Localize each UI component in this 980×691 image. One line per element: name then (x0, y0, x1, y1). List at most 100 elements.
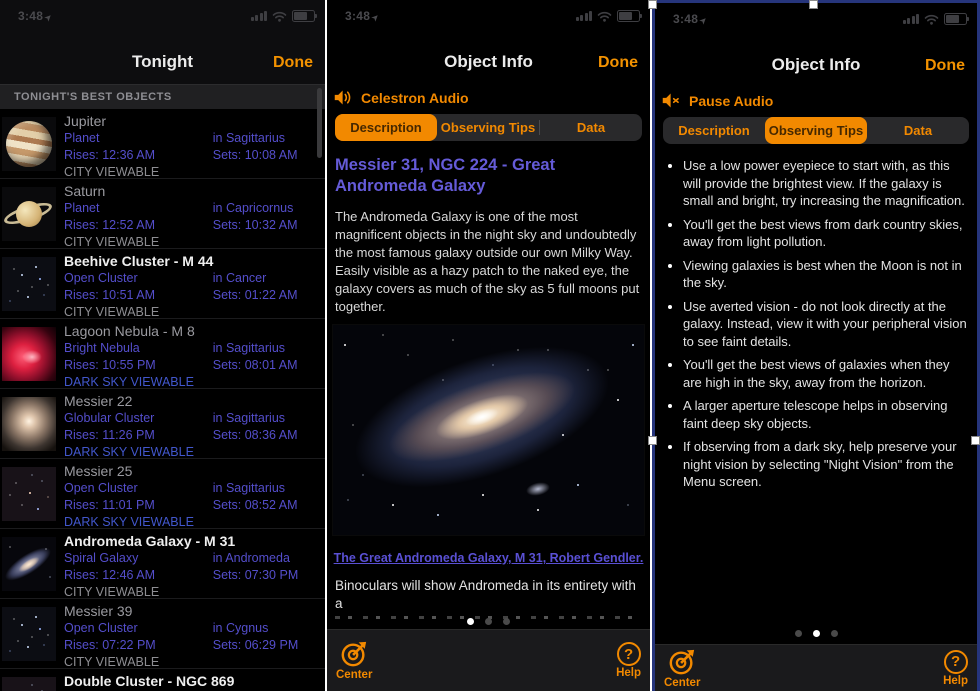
jupiter-thumbnail (2, 117, 56, 171)
tip-item: A larger aperture telescope helps in obs… (683, 397, 969, 432)
object-rise-time: Rises: 12:46 AM (64, 567, 213, 584)
page-dot (503, 618, 510, 625)
object-rise-time: Rises: 11:01 PM (64, 497, 213, 514)
selection-handle-top-center[interactable] (809, 0, 818, 9)
andromeda-thumbnail (2, 537, 56, 591)
location-arrow-icon: ➤ (370, 12, 381, 23)
tab-observing-tips[interactable]: Observing Tips (765, 117, 867, 144)
done-button[interactable]: Done (598, 54, 638, 72)
wifi-icon (924, 14, 939, 25)
object-title: Messier 31, NGC 224 - Great Andromeda Ga… (327, 141, 650, 197)
tab-data[interactable]: Data (867, 117, 969, 144)
list-item-saturn[interactable]: Saturn Planet in Capricornus Rises: 12:5… (0, 179, 325, 249)
center-button[interactable]: Center (664, 648, 700, 689)
andromeda-galaxy-photo (332, 324, 645, 536)
object-set-time: Sets: 10:32 AM (213, 217, 325, 234)
best-objects-list: Jupiter Planet in Sagittarius Rises: 12:… (0, 109, 325, 691)
object-type: Spiral Galaxy (64, 550, 213, 567)
help-icon: ? (617, 642, 641, 666)
object-set-time: Sets: 07:30 PM (213, 567, 325, 584)
nav-bar: Object Info Done (327, 30, 650, 84)
object-rise-time: Rises: 12:36 AM (64, 147, 213, 164)
tab-observing-tips[interactable]: Observing Tips (437, 114, 539, 141)
tab-description[interactable]: Description (663, 117, 765, 144)
done-button[interactable]: Done (925, 57, 965, 75)
object-description: The Andromeda Galaxy is one of the most … (327, 197, 650, 316)
cellular-signal-icon (903, 14, 920, 24)
clock: 3:48➤ (18, 9, 52, 23)
help-button[interactable]: ? Help (616, 642, 641, 679)
list-item-andromeda-galaxy[interactable]: Andromeda Galaxy - M 31 Spiral Galaxy in… (0, 529, 325, 599)
object-set-time: Sets: 08:52 AM (213, 497, 325, 514)
object-constellation: in Cygnus (213, 620, 325, 637)
selection-handle-mid-right[interactable] (971, 436, 980, 445)
tonight-screen: 3:48➤ Tonight Done TONIGHT'S BEST OBJECT… (0, 0, 325, 691)
object-rise-time: Rises: 07:22 PM (64, 637, 213, 654)
pause-audio-button[interactable]: Pause Audio (655, 87, 977, 112)
list-item-messier-22[interactable]: Messier 22 Globular Cluster in Sagittari… (0, 389, 325, 459)
audio-label: Celestron Audio (361, 90, 469, 106)
beehive-thumbnail (2, 257, 56, 311)
list-item-lagoon-nebula[interactable]: Lagoon Nebula - M 8 Bright Nebula in Sag… (0, 319, 325, 389)
list-item-beehive-cluster[interactable]: Beehive Cluster - M 44 Open Cluster in C… (0, 249, 325, 319)
image-credit-link[interactable]: The Great Andromeda Galaxy, M 31, Robert… (334, 551, 644, 565)
page-indicator[interactable] (327, 618, 650, 625)
tip-item: Viewing galaxies is best when the Moon i… (683, 257, 969, 292)
object-set-time: Sets: 10:08 AM (213, 147, 325, 164)
object-constellation: in Sagittarius (213, 480, 325, 497)
object-set-time: Sets: 06:29 PM (213, 637, 325, 654)
section-header: TONIGHT'S BEST OBJECTS (0, 84, 325, 109)
help-icon: ? (944, 650, 968, 674)
help-label: Help (616, 667, 641, 679)
object-constellation: in Sagittarius (213, 410, 325, 427)
object-name: Messier 22 (64, 393, 325, 410)
page-dot (485, 618, 492, 625)
page-dot (467, 618, 474, 625)
tip-item: Use a low power eyepiece to start with, … (683, 157, 969, 210)
messier-22-thumbnail (2, 397, 56, 451)
audio-label: Pause Audio (689, 93, 773, 109)
object-type: Open Cluster (64, 620, 213, 637)
status-bar: 3:48➤ (0, 0, 325, 30)
tab-description[interactable]: Description (335, 114, 437, 141)
cellular-signal-icon (251, 11, 268, 21)
bottom-toolbar: Center ? Help (327, 629, 650, 691)
scrollbar[interactable] (317, 88, 322, 158)
double-cluster-thumbnail (2, 677, 56, 691)
audio-playback-button[interactable]: Celestron Audio (327, 84, 650, 109)
help-button[interactable]: ? Help (943, 650, 968, 687)
location-arrow-icon: ➤ (43, 12, 54, 23)
list-item-jupiter[interactable]: Jupiter Planet in Sagittarius Rises: 12:… (0, 109, 325, 179)
battery-icon (617, 10, 640, 22)
clock: 3:48➤ (673, 12, 707, 26)
object-rise-time: Rises: 11:26 PM (64, 427, 213, 444)
help-label: Help (943, 675, 968, 687)
messier-39-thumbnail (2, 607, 56, 661)
cellular-signal-icon (576, 11, 593, 21)
tip-item: You'll get the best views of galaxies wh… (683, 356, 969, 391)
object-name: Saturn (64, 183, 325, 200)
messier-25-thumbnail (2, 467, 56, 521)
list-item-messier-39[interactable]: Messier 39 Open Cluster in Cygnus Rises:… (0, 599, 325, 669)
tab-bar: Description Observing Tips Data (663, 117, 969, 144)
object-name: Messier 25 (64, 463, 325, 480)
tab-data[interactable]: Data (540, 114, 642, 141)
body-text: Binoculars will show Andromeda in its en… (327, 567, 650, 613)
tab-bar: Description Observing Tips Data (335, 114, 642, 141)
page-indicator[interactable] (655, 630, 977, 637)
center-label: Center (336, 669, 372, 681)
done-button[interactable]: Done (273, 54, 313, 72)
page-dot (795, 630, 802, 637)
object-type: Bright Nebula (64, 340, 213, 357)
page-dot (813, 630, 820, 637)
object-constellation: in Andromeda (213, 550, 325, 567)
center-label: Center (664, 677, 700, 689)
selection-handle-top-left[interactable] (648, 0, 657, 9)
list-item-double-cluster[interactable]: Double Cluster - NGC 869 (0, 669, 325, 691)
location-arrow-icon: ➤ (698, 15, 709, 26)
clock: 3:48➤ (345, 9, 379, 23)
list-item-messier-25[interactable]: Messier 25 Open Cluster in Sagittarius R… (0, 459, 325, 529)
selection-handle-mid-left[interactable] (648, 436, 657, 445)
center-button[interactable]: Center (336, 640, 372, 681)
object-rise-time: Rises: 10:51 AM (64, 287, 213, 304)
